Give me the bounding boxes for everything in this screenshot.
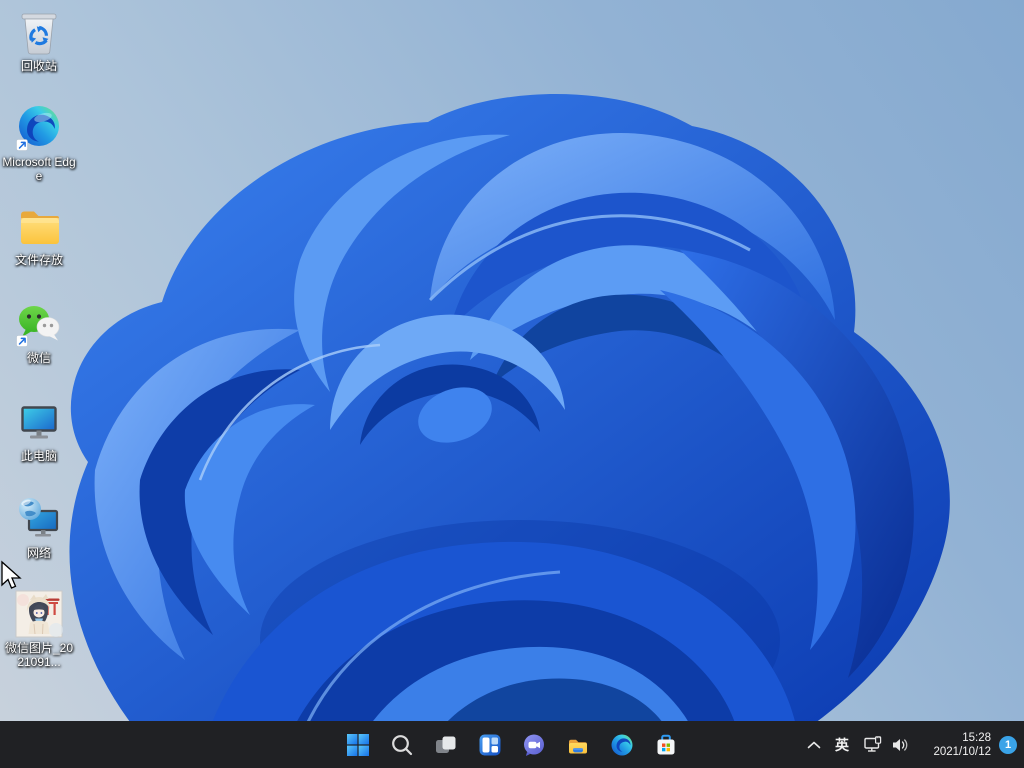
clock[interactable]: 15:28 2021/10/12 [915, 725, 993, 765]
folder-icon [566, 733, 590, 757]
desktop-icon-edge[interactable]: Microsoft Edge [1, 104, 77, 183]
clock-time: 15:28 [962, 731, 991, 745]
monitor-icon [15, 398, 63, 446]
desktop-icon-label: 微信图片_2021091... [2, 641, 76, 669]
task-view-icon [434, 733, 458, 757]
desktop-icon-label: 网络 [27, 546, 51, 560]
notification-count-badge[interactable]: 1 [999, 736, 1017, 754]
desktop-icon-label: 微信 [27, 351, 51, 365]
clock-date: 2021/10/12 [933, 745, 991, 759]
widgets-icon [478, 733, 502, 757]
network-volume-button[interactable] [857, 725, 915, 765]
edge-icon [15, 104, 63, 152]
ime-language-button[interactable]: 英 [827, 725, 857, 765]
desktop-icon-label: Microsoft Edge [2, 155, 76, 183]
chat-video-icon [522, 733, 546, 757]
file-explorer-button[interactable] [558, 725, 598, 765]
wallpaper-bloom [0, 0, 1024, 721]
edge-icon [610, 733, 634, 757]
ime-label: 英 [835, 735, 849, 755]
wechat-icon [15, 300, 63, 348]
desktop-icon-label: 此电脑 [21, 449, 57, 463]
desktop-icon-label: 回收站 [21, 59, 57, 73]
store-bag-icon [654, 733, 678, 757]
ethernet-icon [864, 736, 883, 753]
notification-count: 1 [1005, 739, 1011, 751]
desktop[interactable]: 回收站 Microsoft Edge [0, 0, 1024, 768]
image-thumbnail [15, 590, 63, 638]
folder-icon [15, 202, 63, 250]
speaker-icon [892, 737, 909, 753]
desktop-icon-wechat-image[interactable]: 微信图片_2021091... [1, 590, 77, 669]
desktop-icon-wechat[interactable]: 微信 [1, 300, 77, 365]
task-view-button[interactable] [426, 725, 466, 765]
taskbar: 英 15:28 2021/10/12 [0, 721, 1024, 768]
taskbar-center-buttons [338, 725, 686, 765]
start-button[interactable] [338, 725, 378, 765]
shortcut-arrow-badge [17, 140, 28, 151]
desktop-icon-network[interactable]: 网络 [1, 495, 77, 560]
windows-logo-icon [346, 733, 370, 757]
recycle-bin-icon [15, 8, 63, 56]
search-button[interactable] [382, 725, 422, 765]
desktop-icon-this-pc[interactable]: 此电脑 [1, 398, 77, 463]
system-tray: 英 15:28 2021/10/12 [801, 721, 1020, 768]
desktop-icon-folder[interactable]: 文件存放 [1, 202, 77, 267]
widgets-button[interactable] [470, 725, 510, 765]
desktop-icon-label: 文件存放 [15, 253, 63, 267]
edge-browser-button[interactable] [602, 725, 642, 765]
microsoft-store-button[interactable] [646, 725, 686, 765]
chat-button[interactable] [514, 725, 554, 765]
tray-overflow-button[interactable] [801, 725, 827, 765]
desktop-icon-recycle-bin[interactable]: 回收站 [1, 8, 77, 73]
chevron-up-icon [807, 741, 821, 749]
network-globe-icon [15, 495, 63, 543]
search-icon [390, 733, 414, 757]
shortcut-arrow-badge [17, 336, 28, 347]
